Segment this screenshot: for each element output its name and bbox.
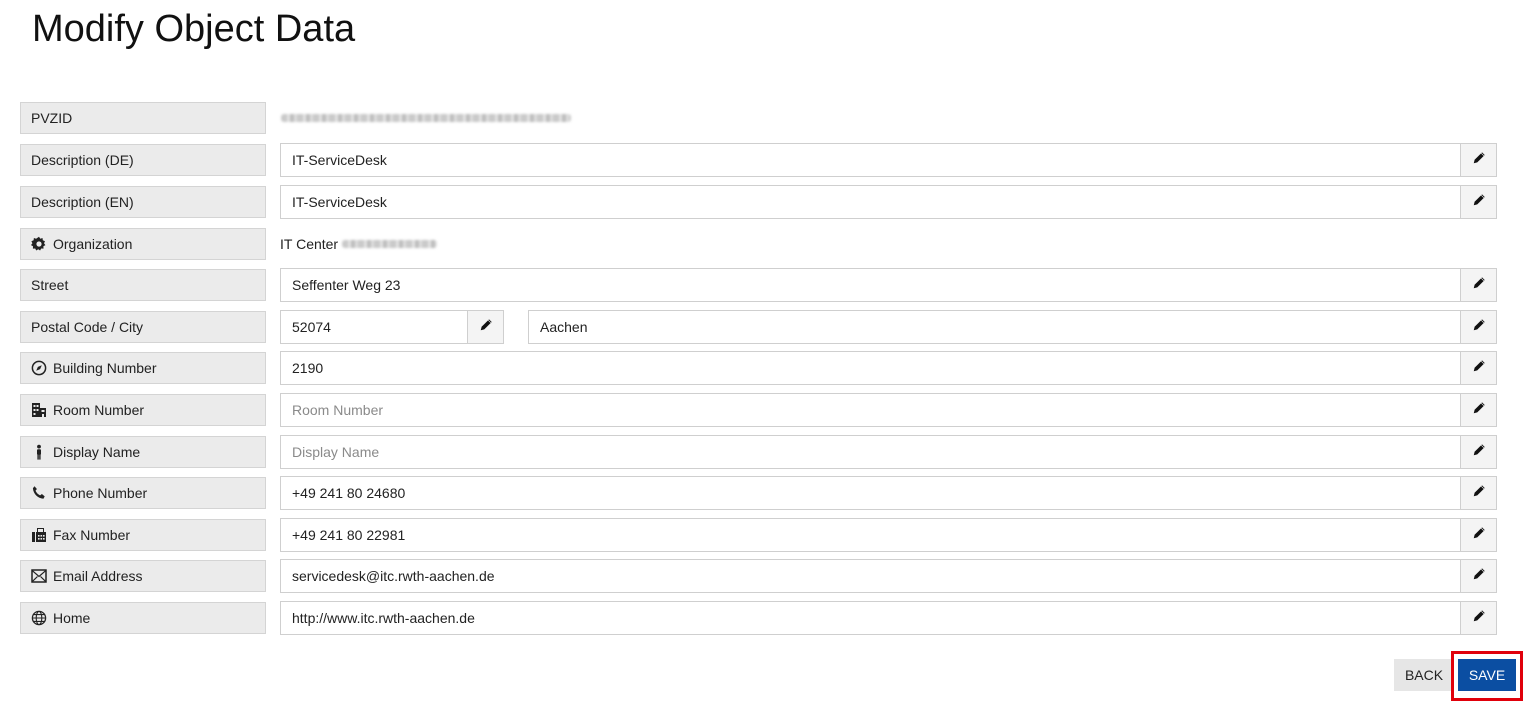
label-text: Description (EN)	[31, 194, 134, 210]
label-postal-city: Postal Code / City	[20, 311, 266, 343]
label-text: Display Name	[53, 444, 141, 460]
city-field	[528, 310, 1497, 344]
email-address-input[interactable]	[281, 560, 1460, 592]
pencil-icon	[1472, 526, 1486, 545]
label-text: Fax Number	[53, 527, 131, 543]
edit-city-button[interactable]	[1460, 311, 1496, 343]
home-field	[280, 601, 1497, 635]
pencil-icon	[1472, 318, 1486, 337]
pencil-icon	[1472, 276, 1486, 295]
globe-icon	[31, 610, 47, 626]
label-text: Building Number	[53, 360, 157, 376]
label-building-number: Building Number	[20, 352, 266, 384]
label-description-en: Description (EN)	[20, 186, 266, 218]
edit-home-button[interactable]	[1460, 602, 1496, 634]
description-de-field	[280, 143, 1497, 177]
label-text: Description (DE)	[31, 152, 134, 168]
pencil-icon	[1472, 151, 1486, 170]
description-en-field	[280, 185, 1497, 219]
description-en-input[interactable]	[281, 186, 1460, 218]
edit-building-number-button[interactable]	[1460, 352, 1496, 384]
label-description-de: Description (DE)	[20, 144, 266, 176]
phone-number-field	[280, 476, 1497, 510]
room-number-input[interactable]	[281, 394, 1460, 426]
edit-description-de-button[interactable]	[1460, 144, 1496, 176]
building-number-field	[280, 351, 1497, 385]
building-number-input[interactable]	[281, 352, 1460, 384]
label-text: Email Address	[53, 568, 143, 584]
label-email-address: Email Address	[20, 560, 266, 592]
pvzid-value-redacted	[281, 102, 571, 134]
fax-number-input[interactable]	[281, 519, 1460, 551]
edit-phone-number-button[interactable]	[1460, 477, 1496, 509]
edit-postal-code-button[interactable]	[467, 311, 503, 343]
phone-icon	[31, 485, 47, 501]
edit-display-name-button[interactable]	[1460, 436, 1496, 468]
edit-description-en-button[interactable]	[1460, 186, 1496, 218]
page-title: Modify Object Data	[32, 8, 356, 50]
label-fax-number: Fax Number	[20, 519, 266, 551]
display-name-field	[280, 435, 1497, 469]
save-button[interactable]: SAVE	[1458, 659, 1516, 691]
pencil-icon	[1472, 443, 1486, 462]
postal-code-field	[280, 310, 504, 344]
label-pvzid: PVZID	[20, 102, 266, 134]
edit-email-address-button[interactable]	[1460, 560, 1496, 592]
person-icon	[31, 444, 47, 460]
label-street: Street	[20, 269, 266, 301]
label-text: Phone Number	[53, 485, 148, 501]
street-field	[280, 268, 1497, 302]
gear-icon	[31, 236, 47, 252]
label-text: Home	[53, 610, 91, 626]
label-home: Home	[20, 602, 266, 634]
label-text: PVZID	[31, 110, 73, 126]
envelope-icon	[31, 568, 47, 584]
pencil-icon	[1472, 193, 1486, 212]
organization-value: IT Center	[280, 228, 438, 260]
edit-street-button[interactable]	[1460, 269, 1496, 301]
fax-number-field	[280, 518, 1497, 552]
label-text: Room Number	[53, 402, 145, 418]
pencil-icon	[1472, 484, 1486, 503]
pencil-icon	[1472, 401, 1486, 420]
label-phone-number: Phone Number	[20, 477, 266, 509]
display-name-input[interactable]	[281, 436, 1460, 468]
room-number-field	[280, 393, 1497, 427]
label-text: Organization	[53, 236, 133, 252]
pencil-icon	[1472, 609, 1486, 628]
organization-redacted	[342, 240, 438, 248]
edit-fax-number-button[interactable]	[1460, 519, 1496, 551]
label-room-number: Room Number	[20, 394, 266, 426]
postal-code-input[interactable]	[281, 311, 467, 343]
home-input[interactable]	[281, 602, 1460, 634]
compass-icon	[31, 360, 47, 376]
edit-room-number-button[interactable]	[1460, 394, 1496, 426]
pencil-icon	[1472, 567, 1486, 586]
building-icon	[31, 402, 47, 418]
street-input[interactable]	[281, 269, 1460, 301]
label-text: Street	[31, 277, 69, 293]
email-address-field	[280, 559, 1497, 593]
fax-icon	[31, 527, 47, 543]
back-button[interactable]: BACK	[1394, 659, 1454, 691]
description-de-input[interactable]	[281, 144, 1460, 176]
city-input[interactable]	[529, 311, 1460, 343]
pencil-icon	[1472, 359, 1486, 378]
organization-text: IT Center	[280, 236, 339, 252]
label-organization: Organization	[20, 228, 266, 260]
pencil-icon	[479, 318, 493, 337]
label-display-name: Display Name	[20, 436, 266, 468]
label-text: Postal Code / City	[31, 319, 144, 335]
phone-number-input[interactable]	[281, 477, 1460, 509]
